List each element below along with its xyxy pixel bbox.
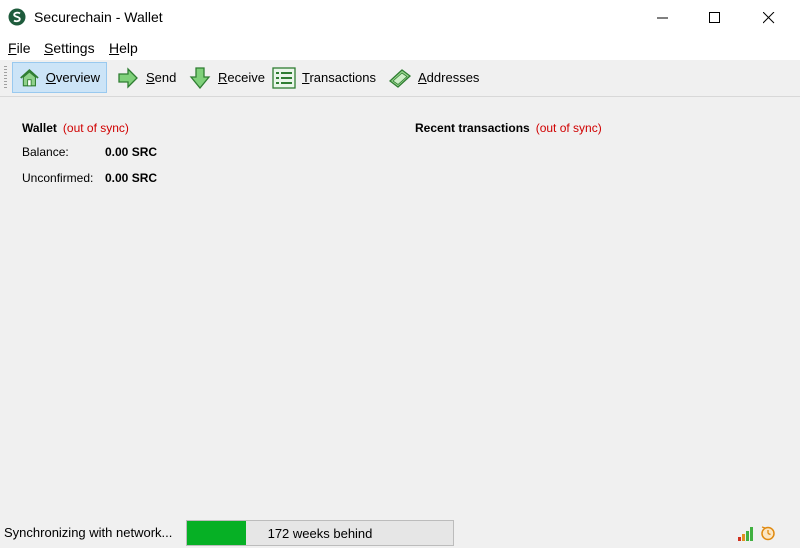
balance-label: Balance: <box>22 145 69 159</box>
receive-accel: R <box>218 70 228 85</box>
securechain-logo-icon <box>8 8 26 26</box>
addresses-accel: A <box>418 70 427 85</box>
status-bar: Synchronizing with network... 172 weeks … <box>0 517 800 548</box>
menu-help-label: elp <box>119 40 138 56</box>
tab-send[interactable]: Send <box>110 62 182 93</box>
wallet-sync-warning[interactable]: (out of sync) <box>63 121 129 135</box>
receive-label: eceive <box>227 70 265 85</box>
toolbar: Overview Send Receive Transactions Addre… <box>0 60 800 97</box>
tab-addresses[interactable]: Addresses <box>382 62 485 93</box>
transactions-label: ransactions <box>309 70 376 85</box>
overview-label: verview <box>55 70 100 85</box>
close-button[interactable] <box>746 0 792 36</box>
send-arrow-icon <box>118 66 138 89</box>
wallet-section-title: Wallet (out of sync) <box>22 121 129 135</box>
recent-title: Recent transactions <box>415 121 530 135</box>
menu-help[interactable]: Help <box>109 40 138 56</box>
unconfirmed-label: Unconfirmed: <box>22 171 94 185</box>
overview-page: Wallet (out of sync) Balance: 0.00 SRC Un… <box>0 97 800 517</box>
menu-settings-label: ettings <box>53 40 95 56</box>
wallet-title: Wallet <box>22 121 57 135</box>
menu-settings-accel: S <box>44 40 54 56</box>
receive-arrow-icon <box>189 66 211 89</box>
home-icon <box>20 68 39 86</box>
overview-accel: O <box>45 70 56 85</box>
maximize-button[interactable] <box>692 0 738 36</box>
window-title: Securechain - Wallet <box>34 9 163 25</box>
sync-progress-text: 172 weeks behind <box>267 526 373 541</box>
toolbar-grip[interactable] <box>4 66 7 90</box>
menu-bar: File Settings Help <box>0 36 800 60</box>
balance-value: 0.00 SRC <box>105 145 158 159</box>
close-icon <box>763 12 775 24</box>
transactions-list-icon <box>272 66 296 89</box>
sync-clock-icon[interactable] <box>760 525 776 541</box>
menu-help-accel: H <box>109 40 120 56</box>
tab-receive[interactable]: Receive <box>182 62 271 93</box>
menu-settings[interactable]: Settings <box>44 40 95 56</box>
menu-file-label: ile <box>16 40 31 56</box>
connection-signal-icon[interactable] <box>738 525 754 541</box>
menu-file-accel: F <box>8 40 17 56</box>
recent-sync-warning[interactable]: (out of sync) <box>536 121 602 135</box>
send-label: end <box>154 70 177 85</box>
recent-transactions-title: Recent transactions (out of sync) <box>415 121 602 135</box>
menu-file[interactable]: File <box>8 40 31 56</box>
title-bar: Securechain - Wallet <box>0 0 800 36</box>
tab-overview[interactable]: Overview <box>12 62 107 93</box>
sync-status-text: Synchronizing with network... <box>4 525 173 540</box>
address-book-icon <box>388 68 412 88</box>
maximize-icon <box>709 12 720 23</box>
tab-transactions[interactable]: Transactions <box>266 62 382 93</box>
addresses-label: ddresses <box>426 70 480 85</box>
unconfirmed-value: 0.00 SRC <box>105 171 158 185</box>
minimize-icon <box>657 17 668 19</box>
send-accel: S <box>146 70 155 85</box>
minimize-button[interactable] <box>640 0 686 36</box>
sync-progress-bar: 172 weeks behind <box>186 520 454 546</box>
